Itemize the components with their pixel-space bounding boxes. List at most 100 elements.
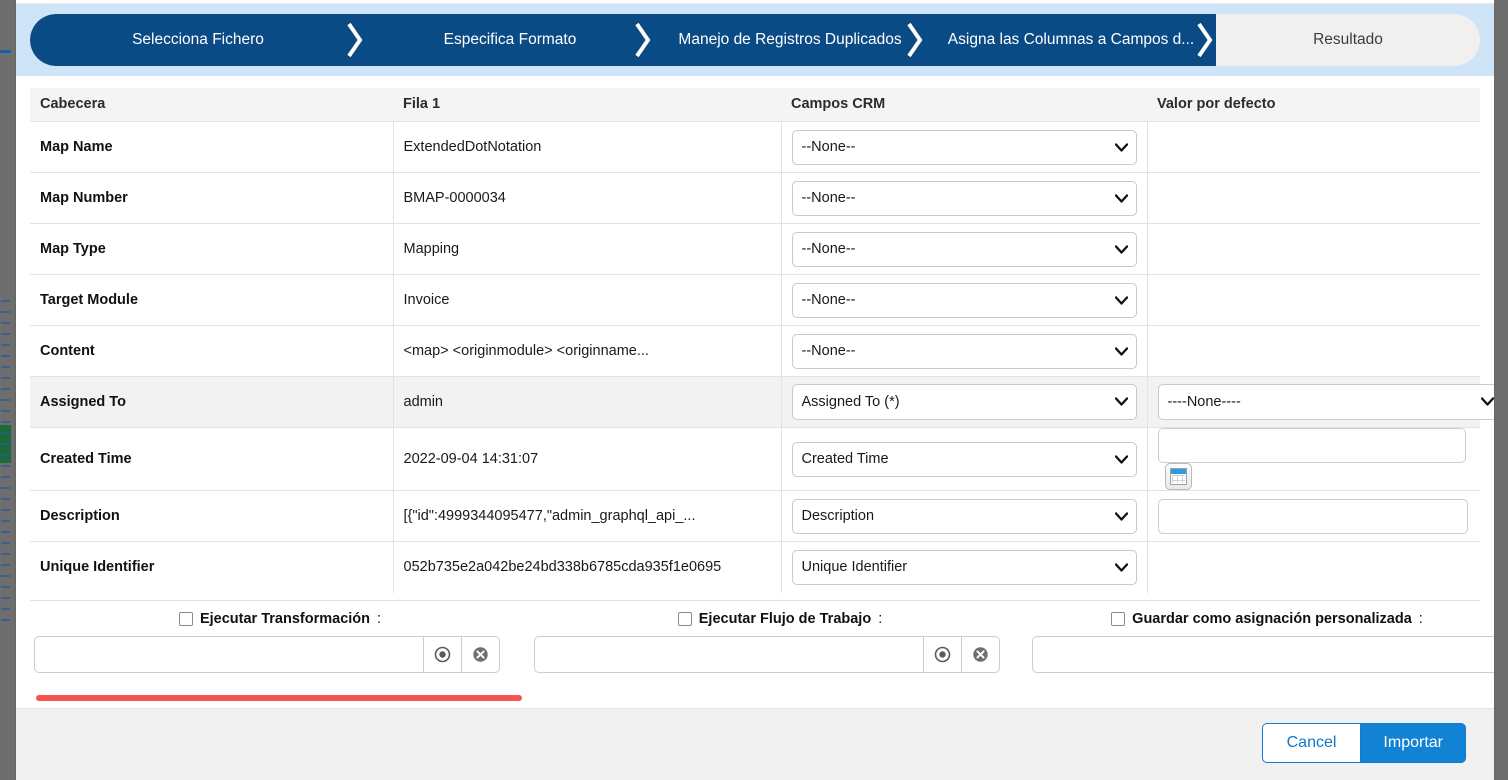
- col-header-campos-crm: Campos CRM: [781, 88, 1147, 122]
- chevron-down-icon: [1114, 551, 1128, 584]
- cell-fila1: [{"id":4999344095477,"admin_graphql_api_…: [392, 490, 781, 542]
- cell-cabecera: Map Number: [30, 172, 393, 224]
- transformation-label: Ejecutar Transformación :: [34, 611, 526, 627]
- table-header-row: Cabecera Fila 1 Campos CRM Valor por def…: [30, 88, 1480, 122]
- chevron-right-icon: [905, 14, 927, 66]
- default-value-input[interactable]: [1157, 498, 1468, 534]
- crm-field-select[interactable]: --None--: [791, 129, 1137, 165]
- default-value-select-value: ----None----: [1167, 394, 1241, 410]
- background-text-lines: [0, 300, 11, 770]
- table-body: Map Name ExtendedDotNotation --None-- Ma…: [30, 121, 1494, 593]
- cell-fila1: Invoice: [392, 274, 781, 326]
- workflow-checkbox[interactable]: [677, 612, 692, 626]
- calendar-icon[interactable]: [1164, 463, 1192, 490]
- step-label: Manejo de Registros Duplicados: [678, 31, 902, 48]
- chevron-down-icon: [1114, 182, 1128, 215]
- target-circle-icon[interactable]: [424, 636, 462, 673]
- modal-footer: Cancel Importar: [16, 708, 1494, 780]
- cell-cabecera: Target Module: [30, 274, 393, 326]
- chevron-down-icon: [1114, 131, 1128, 164]
- cell-campos-crm: --None--: [780, 325, 1147, 377]
- table-row: Description [{"id":4999344095477,"admin_…: [30, 490, 1480, 542]
- cell-cabecera: Assigned To: [30, 376, 393, 428]
- crm-field-select[interactable]: --None--: [791, 180, 1137, 216]
- step-asigna-columnas[interactable]: Asigna las Columnas a Campos d...: [926, 14, 1216, 66]
- crm-field-select[interactable]: --None--: [791, 231, 1137, 267]
- transformation-label-colon: :: [377, 611, 382, 627]
- cell-valor-por-defecto: [1146, 325, 1480, 377]
- step-especifica-formato[interactable]: Especifica Formato: [366, 14, 654, 66]
- transformation-checkbox[interactable]: [178, 612, 193, 626]
- default-value-select[interactable]: ----None----: [1157, 384, 1494, 420]
- cell-campos-crm: --None--: [780, 274, 1147, 326]
- save-mapping-label: Guardar como asignación personalizada :: [1032, 611, 1494, 627]
- crm-field-select-value: --None--: [801, 240, 856, 257]
- cell-campos-crm: --None--: [780, 223, 1147, 275]
- clear-circle-icon[interactable]: [462, 636, 500, 673]
- col-header-cabecera: Cabecera: [30, 88, 393, 122]
- cell-valor-por-defecto: [1146, 541, 1480, 593]
- cell-cabecera: Created Time: [30, 427, 393, 491]
- chevron-down-icon: [1114, 335, 1128, 368]
- crm-field-select[interactable]: Assigned To (*): [791, 384, 1137, 420]
- cell-fila1: BMAP-0000034: [392, 172, 781, 224]
- table-row: Map Type Mapping --None--: [30, 223, 1480, 275]
- step-resultado[interactable]: Resultado: [1216, 14, 1480, 66]
- step-selecciona-fichero[interactable]: Selecciona Fichero: [30, 14, 366, 66]
- cell-campos-crm: --None--: [780, 172, 1147, 224]
- step-label: Resultado: [1313, 31, 1383, 48]
- crm-field-select-value: Assigned To (*): [801, 394, 900, 410]
- crm-field-select[interactable]: Description: [791, 498, 1137, 534]
- save-mapping-input[interactable]: [1032, 636, 1494, 673]
- chevron-right-icon: [1195, 14, 1217, 66]
- default-value-date-input[interactable]: [1157, 428, 1466, 463]
- cell-valor-por-defecto: ----None----: [1146, 376, 1494, 428]
- cell-fila1: <map> <originmodule> <originname...: [392, 325, 781, 377]
- table-row: Content <map> <originmodule> <originname…: [30, 325, 1480, 377]
- chevron-down-icon: [1114, 443, 1128, 476]
- clear-circle-icon[interactable]: [962, 636, 1000, 673]
- save-mapping-checkbox[interactable]: [1111, 612, 1126, 626]
- col-header-fila-1: Fila 1: [393, 88, 781, 122]
- cell-campos-crm: Description: [780, 490, 1147, 542]
- cell-campos-crm: Created Time: [780, 427, 1147, 491]
- table-row: Target Module Invoice --None--: [30, 274, 1480, 326]
- crm-field-select-value: --None--: [801, 291, 856, 308]
- workflow-field-row: [534, 636, 1026, 673]
- cell-valor-por-defecto: [1146, 427, 1480, 491]
- crm-field-select[interactable]: Unique Identifier: [791, 549, 1137, 585]
- chevron-right-icon: [345, 14, 367, 66]
- target-circle-icon[interactable]: [924, 636, 962, 673]
- import-button[interactable]: Importar: [1360, 723, 1466, 763]
- chevron-down-icon: [1480, 385, 1494, 418]
- step-label: Especifica Formato: [443, 31, 577, 48]
- save-mapping-label-colon: :: [1418, 611, 1423, 627]
- transformation-label-text: Ejecutar Transformación: [199, 611, 370, 627]
- workflow-input[interactable]: [534, 636, 924, 673]
- col-header-valor-por-defecto: Valor por defecto: [1147, 88, 1480, 122]
- table-row: Created Time 2022-09-04 14:31:07 Created…: [30, 427, 1480, 491]
- crm-field-select-value: Created Time: [801, 450, 889, 467]
- cancel-button[interactable]: Cancel: [1261, 723, 1361, 763]
- cell-valor-por-defecto: [1146, 274, 1480, 326]
- crm-field-select[interactable]: --None--: [791, 333, 1137, 369]
- workflow-label: Ejecutar Flujo de Trabajo :: [534, 611, 1026, 627]
- step-label: Selecciona Fichero: [132, 31, 264, 48]
- cell-campos-crm: --None--: [780, 121, 1147, 173]
- cell-valor-por-defecto: [1146, 490, 1480, 542]
- cell-fila1: ExtendedDotNotation: [392, 121, 781, 173]
- save-mapping-label-text: Guardar como asignación personalizada: [1132, 611, 1412, 627]
- crm-field-select[interactable]: --None--: [791, 282, 1137, 318]
- chevron-down-icon: [1114, 284, 1128, 317]
- background-accent-line: [0, 50, 11, 53]
- step-manejo-registros-duplicados[interactable]: Manejo de Registros Duplicados: [654, 14, 926, 66]
- table-head: Cabecera Fila 1 Campos CRM Valor por def…: [30, 88, 1480, 122]
- crm-field-select[interactable]: Created Time: [791, 441, 1137, 477]
- crm-field-select-value: --None--: [801, 342, 856, 359]
- footer-actions: Cancel Importar: [1261, 723, 1466, 763]
- crm-field-select-value: --None--: [801, 138, 856, 155]
- transformation-input[interactable]: [34, 636, 424, 673]
- import-options-section: Ejecutar Transformación : Ejecutar Flujo…: [30, 600, 1494, 701]
- chevron-down-icon: [1114, 500, 1128, 533]
- cell-campos-crm: Assigned To (*): [780, 376, 1147, 428]
